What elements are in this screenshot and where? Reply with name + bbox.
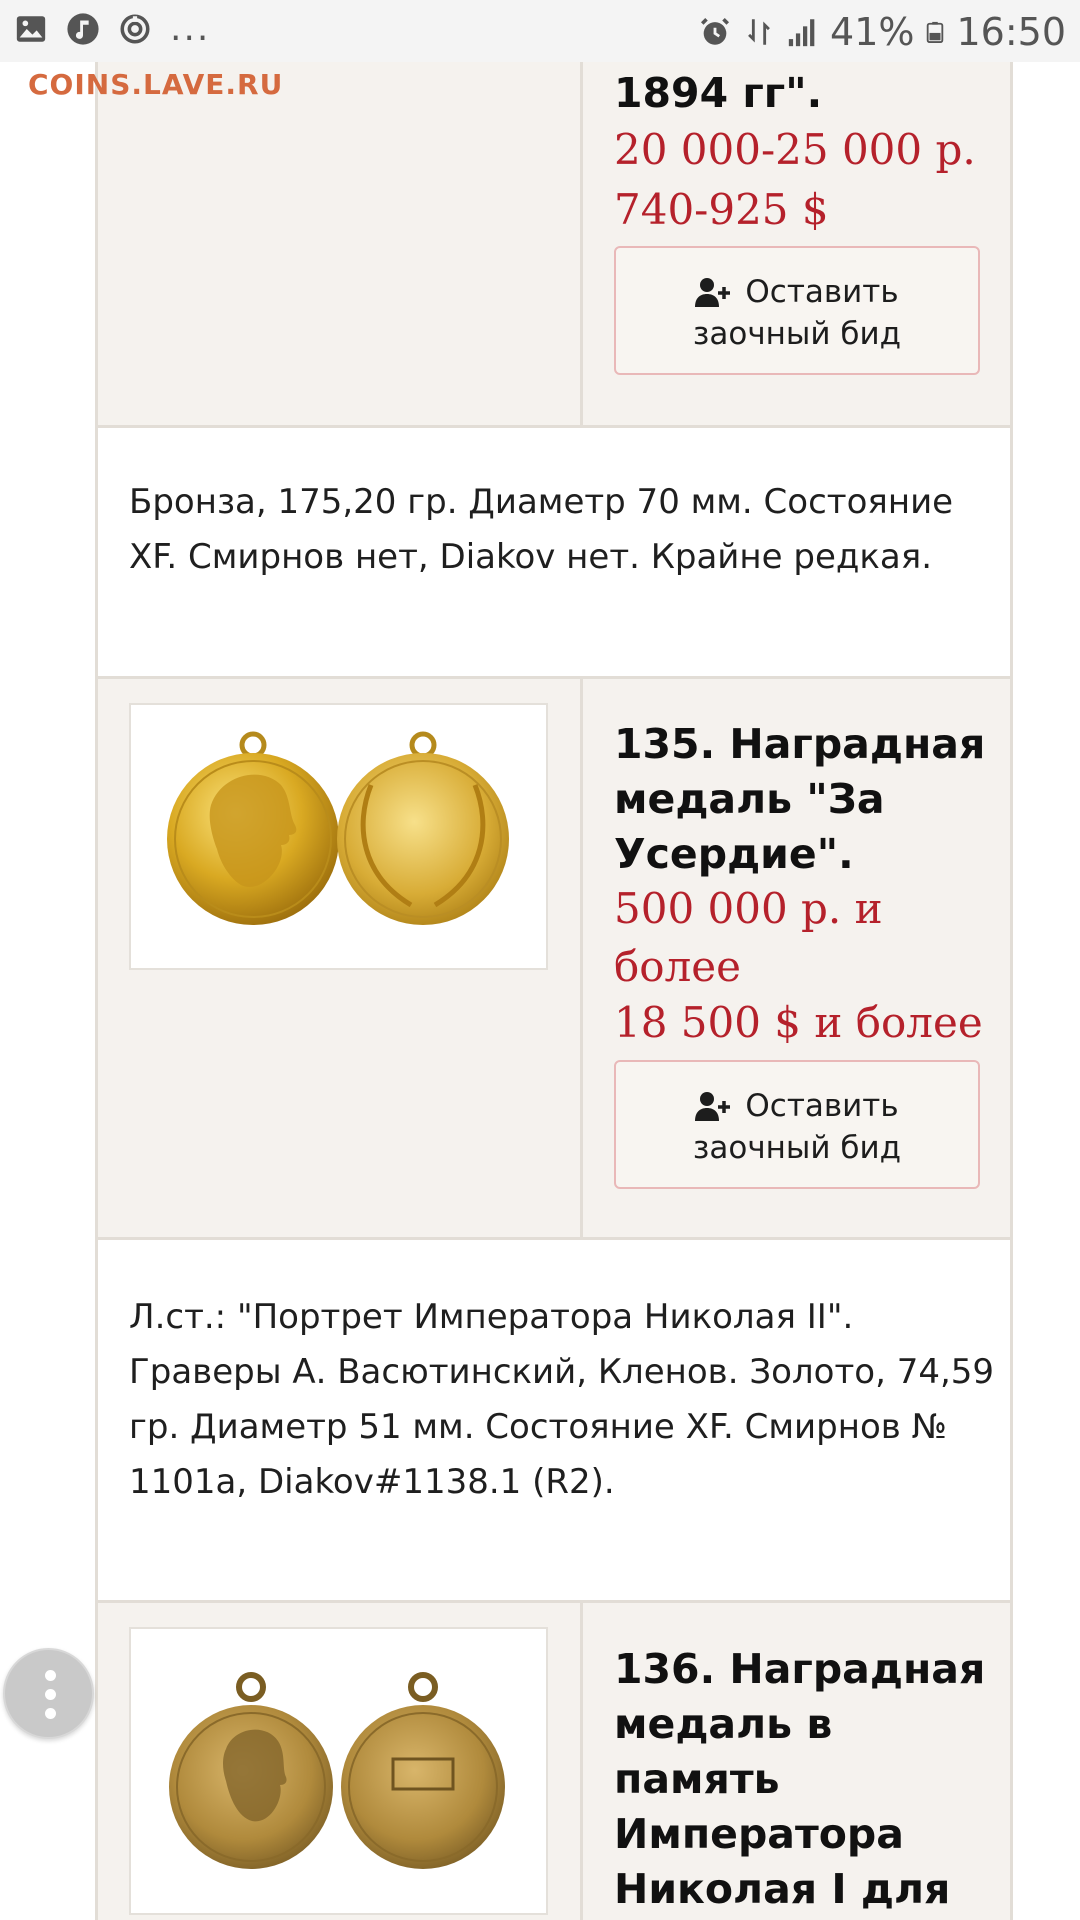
- lot-price-rub: 500 000 р. и более: [614, 884, 883, 991]
- status-bar: ... 41% 16:50: [0, 0, 1080, 62]
- bid-button-label: заочный бид: [692, 1130, 902, 1166]
- battery-percentage: 41%: [830, 10, 915, 54]
- column-divider: [580, 679, 583, 1237]
- column-divider: [580, 1603, 583, 1920]
- add-user-icon: [695, 278, 731, 307]
- medal-za-userdie-image: [167, 731, 509, 925]
- row-divider: [95, 425, 1013, 428]
- table-left-border: [95, 62, 98, 1920]
- leave-absentee-bid-button[interactable]: Оставить заочный бид: [614, 246, 980, 375]
- more-vert-icon-dot: [45, 1708, 56, 1719]
- music-notification-icon: [67, 13, 99, 45]
- lot-price-usd: 740-925 $: [614, 185, 829, 234]
- lot-image[interactable]: [129, 1627, 548, 1915]
- bid-button-label: Оставить: [745, 1088, 899, 1124]
- more-notifications-indicator: ...: [170, 8, 211, 49]
- lot-price-rub: 20 000-25 000 р.: [614, 125, 976, 174]
- lot-title[interactable]: 1894 гг".: [614, 66, 994, 121]
- table-right-border: [1010, 62, 1013, 1920]
- more-vert-icon-dot: [45, 1689, 56, 1700]
- leave-absentee-bid-button[interactable]: Оставить заочный бид: [614, 1060, 980, 1189]
- site-watermark: COINS.LAVE.RU: [28, 68, 284, 101]
- bid-button-label: Оставить: [745, 274, 899, 310]
- sync-notification-icon: [120, 14, 150, 44]
- row-divider: [95, 1600, 1013, 1603]
- more-vert-icon: [45, 1670, 56, 1681]
- battery-icon: [927, 21, 944, 43]
- alarm-icon: [701, 17, 730, 45]
- lot-title[interactable]: 135. Наградная медаль "За Усердие".: [614, 717, 994, 882]
- signal-icon: [788, 19, 815, 47]
- data-transfer-icon: [748, 19, 770, 45]
- clock: 16:50: [956, 10, 1066, 54]
- medal-nicholas-i-image: [169, 1672, 505, 1869]
- column-divider: [580, 62, 583, 426]
- more-options-button[interactable]: [3, 1648, 94, 1739]
- lot-description: Бронза, 175,20 гр. Диаметр 70 мм. Состоя…: [129, 482, 954, 577]
- row-divider: [95, 676, 1013, 679]
- lot-title[interactable]: 136. Наградная медаль в память Император…: [614, 1642, 994, 1920]
- add-user-icon: [695, 1092, 731, 1121]
- gallery-notification-icon: [16, 16, 46, 42]
- row-divider: [95, 1237, 1013, 1240]
- lot-price-usd: 18 500 $ и более: [614, 998, 983, 1047]
- lot-description: Л.ст.: "Портрет Императора Николая II". …: [129, 1297, 995, 1502]
- lot-image[interactable]: [129, 703, 548, 970]
- bid-button-label: заочный бид: [692, 316, 902, 352]
